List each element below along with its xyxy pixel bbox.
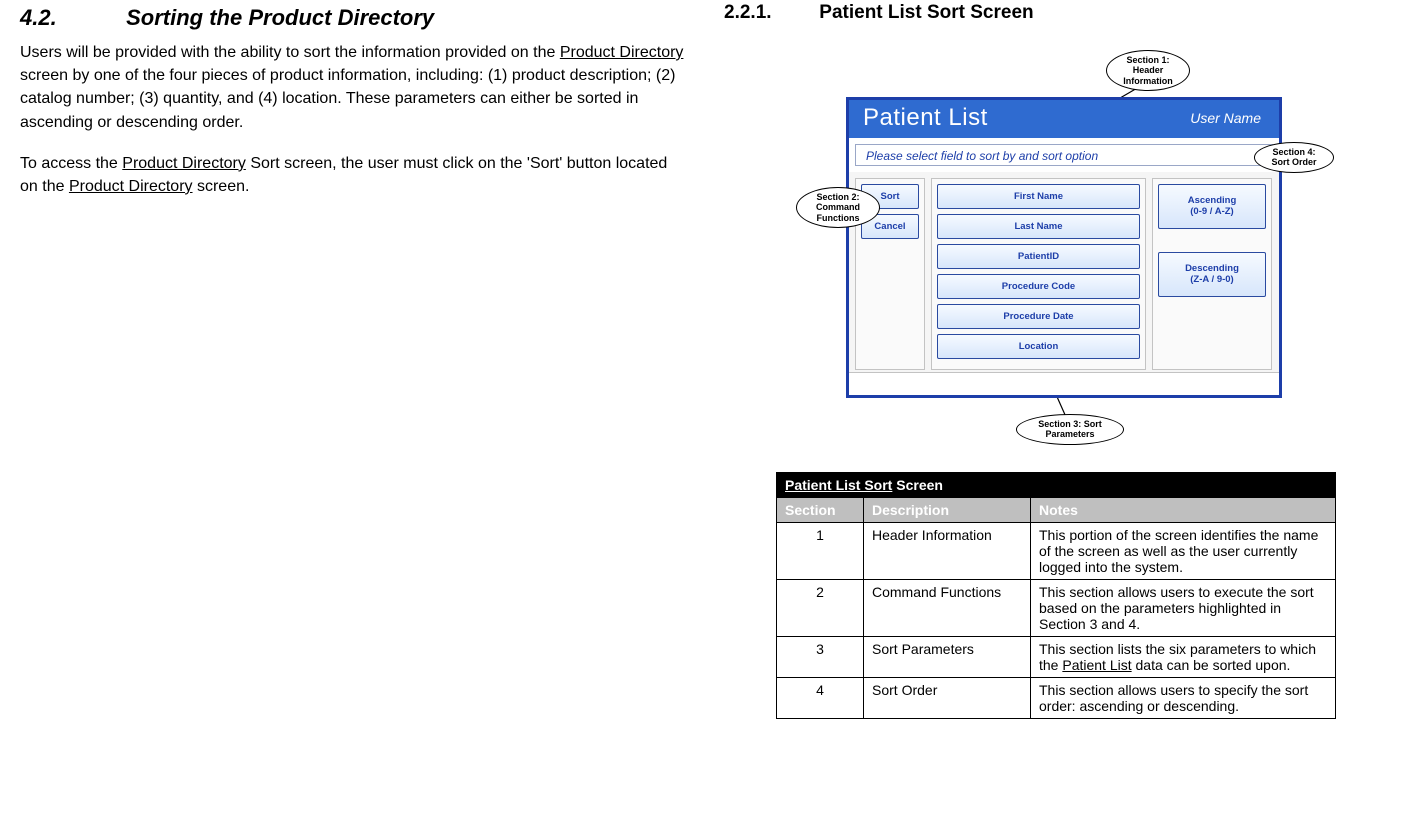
paragraph-2: To access the Product Directory Sort scr… <box>20 152 684 198</box>
table-title-rest: Screen <box>892 477 943 493</box>
col-notes: Notes <box>1031 498 1336 523</box>
subheading-number: 2.2.1. <box>724 2 814 24</box>
ascending-button[interactable]: Ascending (0-9 / A-Z) <box>1158 184 1266 229</box>
window-body: Sort Cancel First Name Last Name Patient… <box>849 172 1279 372</box>
patient-list-sort-table: Patient List Sort Screen Section Descrip… <box>776 472 1336 719</box>
sort-order-panel: Ascending (0-9 / A-Z) Descending (Z-A / … <box>1152 178 1272 370</box>
row2-desc: Command Functions <box>864 580 1031 637</box>
ascending-label: Ascending <box>1188 195 1237 206</box>
row2-section: 2 <box>777 580 864 637</box>
descending-button[interactable]: Descending (Z-A / 9-0) <box>1158 252 1266 297</box>
param-last-name[interactable]: Last Name <box>937 214 1140 239</box>
sort-parameters-panel: First Name Last Name PatientID Procedure… <box>931 178 1146 370</box>
param-patient-id[interactable]: PatientID <box>937 244 1140 269</box>
para2-link-product-directory-1: Product Directory <box>122 155 246 172</box>
callout-section-4: Section 4: Sort Order <box>1254 142 1334 173</box>
paragraph-1: Users will be provided with the ability … <box>20 41 684 134</box>
row3-note-b: data can be sorted upon. <box>1132 657 1291 673</box>
param-location[interactable]: Location <box>937 334 1140 359</box>
row4-note: This section allows users to specify the… <box>1031 678 1336 719</box>
row4-desc: Sort Order <box>864 678 1031 719</box>
instruction-text: Please select field to sort by and sort … <box>866 149 1098 163</box>
callout-section-2: Section 2: Command Functions <box>796 187 880 228</box>
callout-1-text: Section 1: Header Information <box>1123 55 1173 86</box>
heading-number: 4.2. <box>20 5 120 31</box>
descending-label: Descending <box>1185 263 1239 274</box>
table-row: 3 Sort Parameters This section lists the… <box>777 637 1336 678</box>
row3-desc: Sort Parameters <box>864 637 1031 678</box>
param-procedure-date[interactable]: Procedure Date <box>937 304 1140 329</box>
para1-part-a: Users will be provided with the ability … <box>20 44 560 61</box>
heading-text: Sorting the Product Directory <box>126 5 434 30</box>
patient-list-window: Patient List User Name Please select fie… <box>846 97 1282 398</box>
param-first-name[interactable]: First Name <box>937 184 1140 209</box>
row1-section: 1 <box>777 523 864 580</box>
callout-4-text: Section 4: Sort Order <box>1271 147 1316 167</box>
para2-link-product-directory-2: Product Directory <box>69 178 193 195</box>
descending-range: (Z-A / 9-0) <box>1190 274 1233 285</box>
right-column: 2.2.1. Patient List Sort Screen Section … <box>704 0 1408 823</box>
table-title-row: Patient List Sort Screen <box>777 473 1336 498</box>
spacer <box>1158 234 1266 252</box>
instruction-bar: Please select field to sort by and sort … <box>855 144 1273 166</box>
para1-link-product-directory: Product Directory <box>560 44 684 61</box>
patient-list-diagram: Section 1: Header Information Section 2:… <box>796 42 1316 442</box>
para2-part-a: To access the <box>20 155 122 172</box>
callout-section-3: Section 3: Sort Parameters <box>1016 414 1124 445</box>
callout-section-1: Section 1: Header Information <box>1106 50 1190 91</box>
document-page: 4.2. Sorting the Product Directory Users… <box>0 0 1408 823</box>
section-heading-2-2-1: 2.2.1. Patient List Sort Screen <box>724 2 1388 24</box>
param-procedure-code[interactable]: Procedure Code <box>937 274 1140 299</box>
row3-section: 3 <box>777 637 864 678</box>
col-description: Description <box>864 498 1031 523</box>
table-row: 4 Sort Order This section allows users t… <box>777 678 1336 719</box>
user-name-label: User Name <box>1190 110 1261 126</box>
table-title-underline: Patient List Sort <box>785 477 892 493</box>
window-title: Patient List <box>863 104 988 132</box>
row3-note-link: Patient List <box>1062 657 1131 673</box>
col-section: Section <box>777 498 864 523</box>
table-title-cell: Patient List Sort Screen <box>777 473 1336 498</box>
row2-note: This section allows users to execute the… <box>1031 580 1336 637</box>
window-footer <box>849 372 1279 395</box>
section-heading-4-2: 4.2. Sorting the Product Directory <box>20 5 684 31</box>
ascending-range: (0-9 / A-Z) <box>1190 206 1233 217</box>
para1-part-b: screen by one of the four pieces of prod… <box>20 67 675 130</box>
left-column: 4.2. Sorting the Product Directory Users… <box>0 0 704 823</box>
subheading-text: Patient List Sort Screen <box>819 2 1033 23</box>
row1-desc: Header Information <box>864 523 1031 580</box>
window-header: Patient List User Name <box>849 100 1279 138</box>
para2-part-c: screen. <box>193 178 250 195</box>
table-row: 2 Command Functions This section allows … <box>777 580 1336 637</box>
table-header-row: Section Description Notes <box>777 498 1336 523</box>
row1-note: This portion of the screen identifies th… <box>1031 523 1336 580</box>
row4-section: 4 <box>777 678 864 719</box>
table-row: 1 Header Information This portion of the… <box>777 523 1336 580</box>
row3-note: This section lists the six parameters to… <box>1031 637 1336 678</box>
callout-2-text: Section 2: Command Functions <box>816 192 860 223</box>
callout-3-text: Section 3: Sort Parameters <box>1038 419 1102 439</box>
